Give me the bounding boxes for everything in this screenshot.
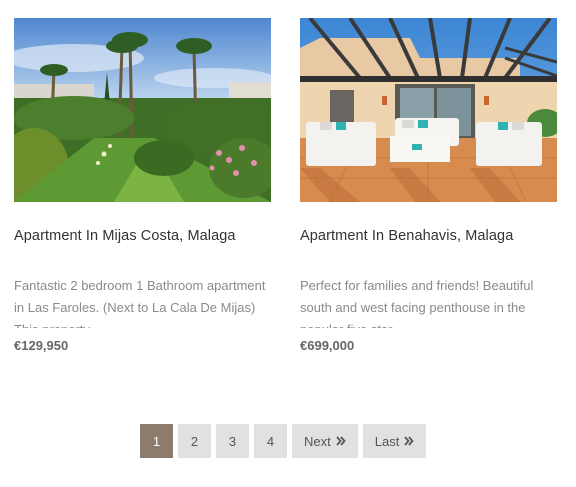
- listing-title[interactable]: Apartment In Mijas Costa, Malaga: [14, 226, 271, 246]
- last-page-label: Last: [374, 433, 400, 449]
- listing-description-box: Perfect for families and friends! Beauti…: [300, 275, 557, 328]
- last-page-button[interactable]: Last: [362, 424, 427, 458]
- listing-card: Apartment In Benahavis, Malaga Perfect f…: [300, 18, 557, 355]
- page-1-button[interactable]: 1: [140, 424, 173, 458]
- page-2-button[interactable]: 2: [178, 424, 211, 458]
- page-4-button[interactable]: 4: [254, 424, 287, 458]
- listing-description: Fantastic 2 bedroom 1 Bathroom apartment…: [14, 278, 266, 328]
- listing-description-box: Fantastic 2 bedroom 1 Bathroom apartment…: [14, 275, 271, 328]
- listing-photo-terrace[interactable]: [300, 18, 557, 202]
- double-chevron-right-icon: [336, 436, 346, 446]
- pagination: 1 2 3 4 Next Last: [140, 424, 427, 458]
- next-page-label: Next: [304, 433, 331, 449]
- listing-price: €699,000: [300, 338, 355, 353]
- listing-price: €129,950: [14, 338, 69, 353]
- next-page-button[interactable]: Next: [292, 424, 358, 458]
- listing-description: Perfect for families and friends! Beauti…: [300, 278, 534, 328]
- listing-title[interactable]: Apartment In Benahavis, Malaga: [300, 226, 557, 246]
- listing-photo-garden[interactable]: [14, 18, 271, 202]
- page-3-button[interactable]: 3: [216, 424, 249, 458]
- double-chevron-right-icon: [404, 436, 415, 446]
- listing-card: Apartment In Mijas Costa, Malaga Fantast…: [14, 18, 271, 355]
